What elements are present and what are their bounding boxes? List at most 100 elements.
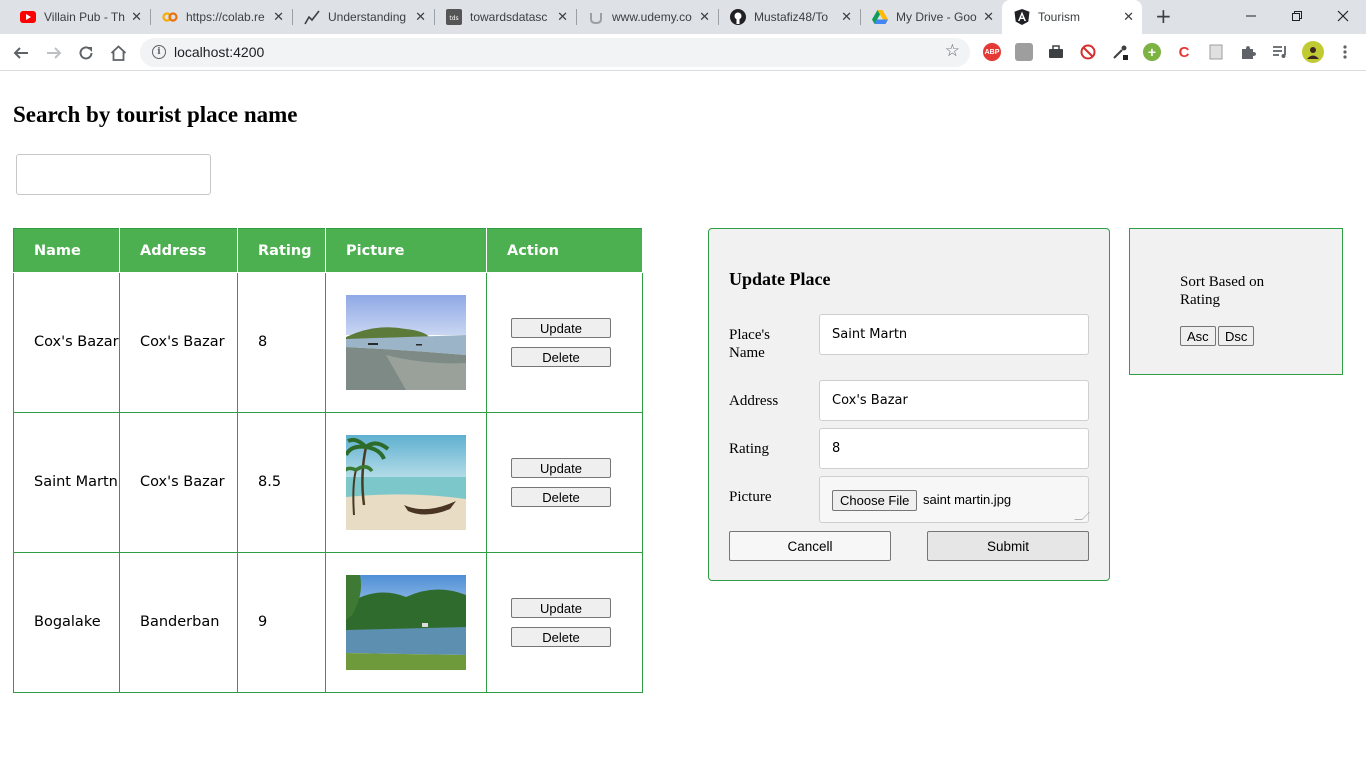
udemy-icon [588, 9, 604, 25]
block-icon[interactable] [1079, 43, 1097, 61]
profile-avatar[interactable] [1302, 41, 1324, 63]
place-address-cell: Cox's Bazar [119, 272, 238, 413]
browser-tab[interactable]: Mustafiz48/To ✕ [718, 0, 860, 34]
browser-menu-icon[interactable] [1336, 43, 1354, 61]
picture-label: Picture [729, 489, 772, 505]
active-browser-tab[interactable]: Tourism ✕ [1002, 0, 1142, 34]
forward-arrow-icon[interactable] [43, 42, 65, 64]
lake-photo [346, 575, 466, 670]
tab-title: https://colab.re [186, 10, 265, 24]
close-tab-icon[interactable]: ✕ [1123, 10, 1134, 24]
reload-icon[interactable] [75, 42, 97, 64]
browser-tab-strip: Villain Pub - Th ✕ https://colab.re ✕ Un… [0, 0, 1366, 34]
sort-label: Sort Based on Rating [1180, 274, 1265, 308]
resize-handle-icon[interactable] [1074, 512, 1090, 520]
close-tab-icon[interactable]: ✕ [699, 10, 710, 24]
browser-tab[interactable]: www.udemy.co ✕ [576, 0, 718, 34]
place-rating-cell: 9 [237, 552, 326, 693]
column-header-picture: Picture [325, 228, 487, 273]
adblock-plus-icon[interactable]: ABP [983, 43, 1001, 61]
selected-file-name: saint martin.jpg [923, 492, 1012, 507]
cancel-button[interactable]: Cancell [729, 531, 891, 561]
place-address-cell: Banderban [119, 552, 238, 693]
close-tab-icon[interactable]: ✕ [983, 10, 994, 24]
extensions-puzzle-icon[interactable] [1239, 43, 1257, 61]
search-input[interactable] [16, 154, 211, 195]
tab-title: www.udemy.co [612, 10, 692, 24]
c-extension-icon[interactable]: C [1175, 43, 1193, 61]
browser-tab[interactable]: tds towardsdatasc ✕ [434, 0, 576, 34]
towardsdatascience-icon: tds [446, 9, 462, 25]
briefcase-icon[interactable] [1047, 43, 1065, 61]
close-tab-icon[interactable]: ✕ [841, 10, 852, 24]
table-header-row: Name Address Rating Picture Action [13, 228, 643, 273]
tab-title: My Drive - Goo [896, 10, 977, 24]
place-picture-cell [325, 552, 487, 693]
address-bar[interactable]: i localhost:4200 ☆ [140, 38, 970, 67]
browser-toolbar: i localhost:4200 ☆ ABP + C [0, 34, 1366, 71]
update-button[interactable]: Update [511, 318, 611, 338]
tab-title: towardsdatasc [470, 10, 548, 24]
close-tab-icon[interactable]: ✕ [131, 10, 142, 24]
sort-dsc-button[interactable]: Dsc [1218, 326, 1255, 346]
home-icon[interactable] [107, 42, 129, 64]
place-name-field[interactable]: Saint Martn [819, 314, 1089, 355]
place-rating-cell: 8.5 [237, 412, 326, 553]
rating-field[interactable]: 8 [819, 428, 1089, 469]
tab-title: Understanding [328, 10, 407, 24]
update-button[interactable]: Update [511, 598, 611, 618]
browser-tab[interactable]: https://colab.re ✕ [150, 0, 292, 34]
restore-window-icon[interactable] [1274, 0, 1320, 32]
address-label: Address [729, 393, 779, 409]
close-window-icon[interactable] [1320, 0, 1366, 32]
colab-icon [162, 9, 178, 25]
tab-title: Villain Pub - Th [44, 10, 125, 24]
place-picture-cell [325, 412, 487, 553]
github-icon [730, 9, 746, 25]
place-action-cell: Update Delete [486, 552, 643, 693]
eyedropper-icon[interactable] [1111, 43, 1129, 61]
column-header-action: Action [486, 228, 643, 273]
close-tab-icon[interactable]: ✕ [557, 10, 568, 24]
minimize-window-icon[interactable] [1228, 0, 1274, 32]
delete-button[interactable]: Delete [511, 487, 611, 507]
choose-file-button[interactable]: Choose File [832, 490, 918, 511]
place-name-cell: Bogalake [13, 552, 120, 693]
address-field[interactable]: Cox's Bazar [819, 380, 1089, 421]
table-row: Cox's Bazar Cox's Bazar 8 Update Delete [13, 272, 643, 413]
media-queue-icon[interactable] [1271, 43, 1289, 61]
back-arrow-icon[interactable] [10, 42, 32, 64]
svg-text:tds: tds [449, 15, 458, 22]
beach-photo [346, 295, 466, 390]
place-name-cell: Saint Martn [13, 412, 120, 553]
table-row: Saint Martn Cox's Bazar 8.5 Update Delet… [13, 412, 643, 553]
extension-gray-icon[interactable] [1015, 43, 1033, 61]
browser-tab[interactable]: Villain Pub - Th ✕ [8, 0, 150, 34]
close-tab-icon[interactable]: ✕ [415, 10, 426, 24]
sort-asc-button[interactable]: Asc [1180, 326, 1216, 346]
place-rating-cell: 8 [237, 272, 326, 413]
submit-button[interactable]: Submit [927, 531, 1089, 561]
sort-panel: Sort Based on Rating Asc Dsc [1129, 228, 1343, 375]
delete-button[interactable]: Delete [511, 347, 611, 367]
picture-file-input[interactable]: Choose File saint martin.jpg [819, 476, 1090, 523]
browser-tab[interactable]: Understanding ✕ [292, 0, 434, 34]
bookmark-star-icon[interactable]: ☆ [945, 41, 960, 61]
place-action-cell: Update Delete [486, 412, 643, 553]
new-tab-button[interactable]: + [1155, 6, 1172, 26]
table-row: Bogalake Banderban 9 Update Delete [13, 552, 643, 693]
close-tab-icon[interactable]: ✕ [273, 10, 284, 24]
place-address-cell: Cox's Bazar [119, 412, 238, 553]
place-name-label: Place's Name [729, 327, 771, 361]
browser-tab[interactable]: My Drive - Goo ✕ [860, 0, 1002, 34]
delete-button[interactable]: Delete [511, 627, 611, 647]
places-table: Name Address Rating Picture Action Cox's… [13, 228, 643, 693]
column-header-name: Name [13, 228, 120, 273]
update-panel-title: Update Place [729, 269, 831, 289]
site-info-icon[interactable]: i [152, 45, 166, 59]
update-button[interactable]: Update [511, 458, 611, 478]
document-icon[interactable] [1207, 43, 1225, 61]
place-picture-cell [325, 272, 487, 413]
google-drive-icon [872, 9, 888, 25]
add-extension-icon[interactable]: + [1143, 43, 1161, 61]
